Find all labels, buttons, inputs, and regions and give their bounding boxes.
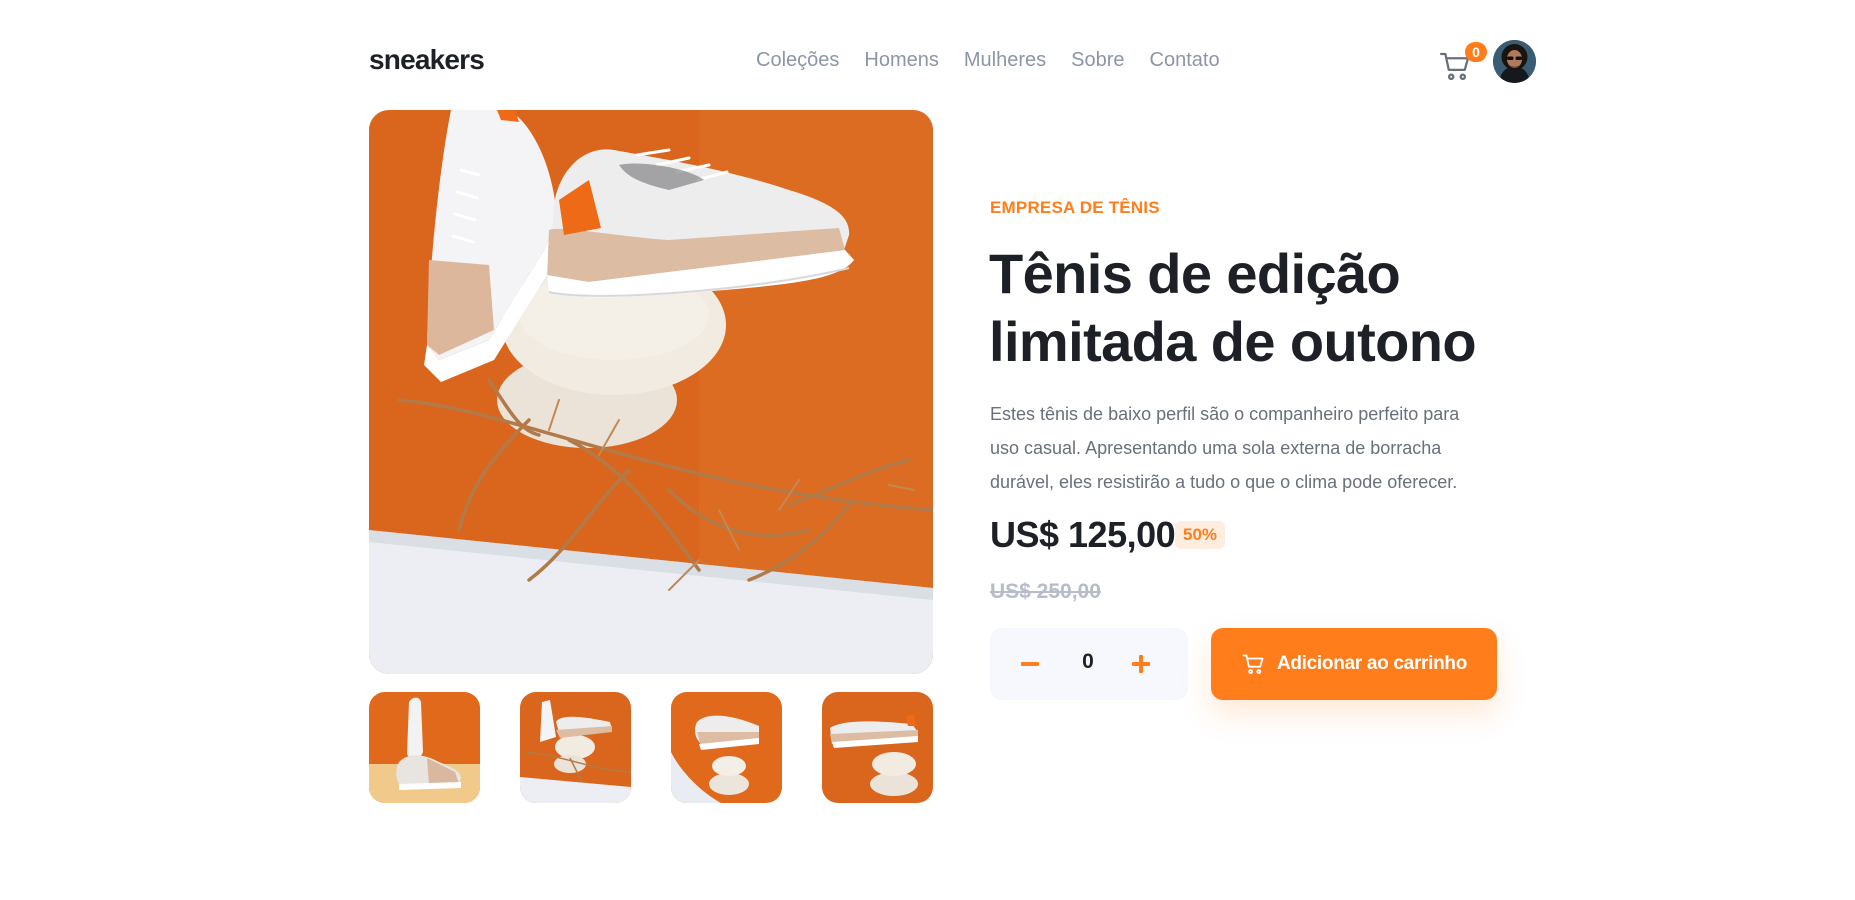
decrease-quantity-button[interactable] bbox=[1010, 644, 1050, 684]
add-to-cart-button[interactable]: Adicionar ao carrinho bbox=[1211, 628, 1497, 700]
plus-icon bbox=[1132, 655, 1150, 673]
thumbnail-2-image bbox=[520, 692, 631, 803]
company-label: EMPRESA DE TÊNIS bbox=[990, 198, 1160, 217]
quantity-value: 0 bbox=[1082, 650, 1094, 673]
product-description: Estes tênis de baixo perfil são o compan… bbox=[990, 404, 1460, 492]
current-price: US$ 125,00 bbox=[990, 514, 1176, 555]
sneaker-photo bbox=[369, 110, 933, 674]
thumbnail-1[interactable] bbox=[369, 692, 480, 803]
thumbnail-1-image bbox=[369, 692, 480, 803]
nav-item-sobre[interactable]: Sobre bbox=[1071, 49, 1124, 72]
product-title-line-1: Tênis de edição bbox=[989, 242, 1401, 305]
add-to-cart-label: Adicionar ao carrinho bbox=[1276, 653, 1468, 674]
thumbnail-2[interactable] bbox=[520, 692, 631, 803]
thumbnail-3-image bbox=[671, 692, 782, 803]
original-price: US$ 250,00 bbox=[990, 580, 1101, 603]
product-title: Tênis de edição limitada de outono bbox=[989, 240, 1509, 376]
nav-item-homens[interactable]: Homens bbox=[864, 49, 938, 72]
avatar-image bbox=[1493, 40, 1536, 83]
quantity-stepper: 0 bbox=[990, 628, 1188, 700]
main-nav: Coleções Homens Mulheres Sobre Contato bbox=[756, 49, 1220, 72]
thumbnail-4[interactable] bbox=[822, 692, 933, 803]
nav-item-contato[interactable]: Contato bbox=[1150, 49, 1220, 72]
product-title-line-2: limitada de outono bbox=[989, 310, 1477, 373]
nav-item-mulheres[interactable]: Mulheres bbox=[964, 49, 1046, 72]
product-page: sneakers Coleções Homens Mulheres Sobre … bbox=[0, 0, 1855, 900]
minus-icon bbox=[1021, 662, 1039, 666]
nav-item-colecoes[interactable]: Coleções bbox=[756, 49, 839, 72]
avatar[interactable] bbox=[1493, 40, 1536, 83]
logo[interactable]: sneakers bbox=[369, 44, 485, 76]
increase-quantity-button[interactable] bbox=[1121, 644, 1161, 684]
cart-icon bbox=[1242, 654, 1264, 675]
discount-badge: 50% bbox=[1175, 521, 1226, 549]
thumbnail-4-image bbox=[822, 692, 933, 803]
cart-count-badge: 0 bbox=[1465, 42, 1487, 62]
thumbnail-3[interactable] bbox=[671, 692, 782, 803]
main-product-image[interactable] bbox=[369, 110, 933, 674]
